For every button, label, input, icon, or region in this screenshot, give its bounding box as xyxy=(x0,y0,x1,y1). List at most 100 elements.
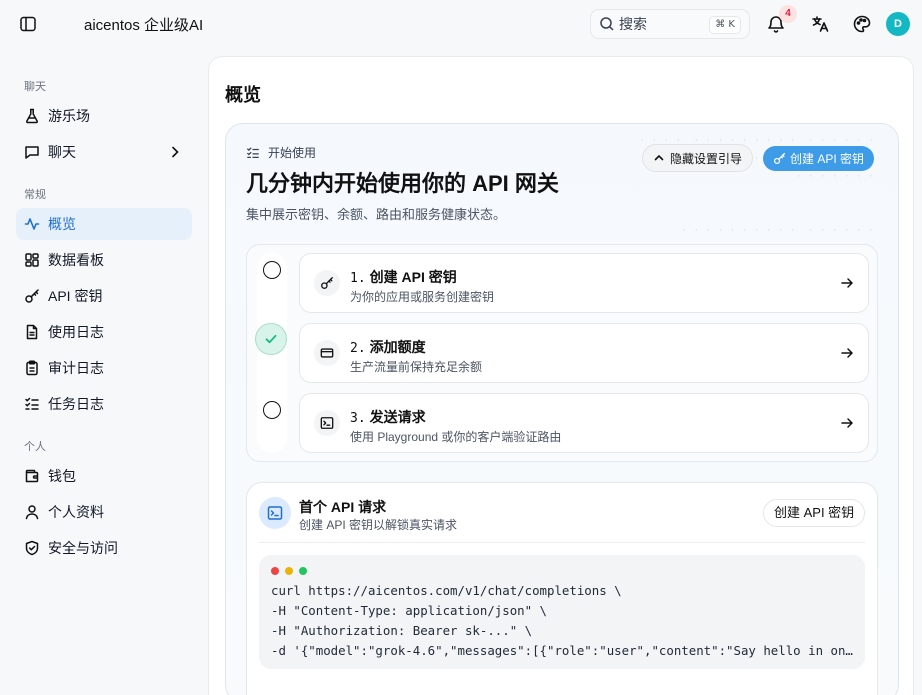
sidebar-item-label: 概览 xyxy=(48,216,76,232)
list-checks-icon xyxy=(246,146,260,160)
page-title: 概览 xyxy=(225,85,261,105)
shield-icon xyxy=(24,540,40,556)
sidebar-item-usage-logs[interactable]: 使用日志 xyxy=(16,316,192,348)
arrow-right-icon xyxy=(840,346,854,360)
flask-icon xyxy=(24,108,40,124)
step-card-create-key[interactable]: 1. 创建 API 密钥 为你的应用或服务创建密钥 xyxy=(299,253,869,313)
sidebar-item-label: API 密钥 xyxy=(48,288,103,304)
hero-subtitle: 集中展示密钥、余额、路由和服务健康状态。 xyxy=(246,207,507,222)
list-checks-icon xyxy=(24,396,40,412)
palette-icon[interactable] xyxy=(850,12,874,36)
message-icon xyxy=(24,144,40,160)
sidebar-item-dashboard[interactable]: 数据看板 xyxy=(16,244,192,276)
window-dot-red xyxy=(271,567,279,575)
code-line: curl https://aicentos.com/v1/chat/comple… xyxy=(271,583,622,598)
sidebar-item-label: 安全与访问 xyxy=(48,540,118,556)
step-title-text: 添加额度 xyxy=(369,339,426,355)
key-icon xyxy=(773,152,786,165)
sidebar-item-profile[interactable]: 个人资料 xyxy=(16,496,192,528)
first-request-title: 首个 API 请求 xyxy=(299,499,387,515)
step-number: 2. xyxy=(350,341,366,356)
step-3-status-circle xyxy=(263,401,281,419)
create-api-key-label: 创建 API 密钥 xyxy=(790,152,865,166)
sidebar-item-playground[interactable]: 游乐场 xyxy=(16,100,192,132)
sidebar-section-chat: 聊天 xyxy=(24,81,46,93)
code-line: -H "Authorization: Bearer sk-..." \ xyxy=(271,623,533,638)
terminal-icon xyxy=(314,410,340,436)
step-title-text: 发送请求 xyxy=(369,409,426,425)
step-title: 1. 创建 API 密钥 xyxy=(350,267,457,287)
sidebar-item-label: 任务日志 xyxy=(48,396,104,412)
step-number: 1. xyxy=(350,271,366,286)
file-text-icon xyxy=(24,324,40,340)
step-description: 生产流量前保持充足余额 xyxy=(350,360,483,374)
avatar[interactable]: D xyxy=(886,12,910,36)
search-label: 搜索 xyxy=(619,16,647,32)
search-icon xyxy=(599,16,615,32)
code-snippet[interactable]: curl https://aicentos.com/v1/chat/comple… xyxy=(259,555,865,669)
step-2-status-check xyxy=(255,323,287,355)
setup-steps: 1. 创建 API 密钥 为你的应用或服务创建密钥 2. 添加额度 生产流量前保持充… xyxy=(246,244,878,462)
sidebar-item-audit-logs[interactable]: 审计日志 xyxy=(16,352,192,384)
wallet-icon xyxy=(24,468,40,484)
getting-started-card: · · · · · · · · · · · · · · · · · · · · … xyxy=(225,123,899,695)
sidebar-toggle-icon[interactable] xyxy=(18,14,38,34)
eyebrow: 开始使用 xyxy=(246,144,316,161)
step-title: 3. 发送请求 xyxy=(350,407,426,427)
create-api-key-secondary-button[interactable]: 创建 API 密钥 xyxy=(763,499,866,527)
code-line: -d '{"model":"grok-4.6","messages":[{"ro… xyxy=(271,643,855,658)
key-icon xyxy=(24,288,40,304)
user-icon xyxy=(24,504,40,520)
check-icon xyxy=(265,334,277,344)
sidebar-item-label: 聊天 xyxy=(48,144,76,160)
sidebar-item-label: 使用日志 xyxy=(48,324,104,340)
search-shortcut: ⌘ K xyxy=(709,16,741,34)
step-number: 3. xyxy=(350,411,366,426)
eyebrow-label: 开始使用 xyxy=(268,146,317,160)
sidebar-item-api-keys[interactable]: API 密钥 xyxy=(16,280,192,312)
sidebar-item-wallet[interactable]: 钱包 xyxy=(16,460,192,492)
step-card-add-credit[interactable]: 2. 添加额度 生产流量前保持充足余额 xyxy=(299,323,869,383)
hide-guide-button[interactable]: 隐藏设置引导 xyxy=(642,144,754,172)
step-1-status-circle xyxy=(263,261,281,279)
app-title: aicentos 企业级AI xyxy=(84,17,204,34)
sidebar-item-overview[interactable]: 概览 xyxy=(16,208,192,240)
sidebar-item-security[interactable]: 安全与访问 xyxy=(16,532,192,564)
divider xyxy=(259,542,865,543)
clipboard-icon xyxy=(24,360,40,376)
sidebar-item-label: 钱包 xyxy=(48,468,76,484)
terminal-icon xyxy=(259,497,291,529)
arrow-right-icon xyxy=(840,276,854,290)
first-api-request-card: 首个 API 请求 创建 API 密钥以解锁真实请求 创建 API 密钥 cur… xyxy=(246,482,878,695)
step-card-send-request[interactable]: 3. 发送请求 使用 Playground 或你的客户端验证路由 xyxy=(299,393,869,453)
step-title: 2. 添加额度 xyxy=(350,337,426,357)
code-line: -H "Content-Type: application/json" \ xyxy=(271,603,548,618)
sidebar-section-general: 常规 xyxy=(24,189,46,201)
sidebar-item-label: 审计日志 xyxy=(48,360,104,376)
credit-card-icon xyxy=(314,340,340,366)
key-icon xyxy=(314,270,340,296)
sidebar-item-label: 个人资料 xyxy=(48,504,104,520)
sidebar-item-label: 游乐场 xyxy=(48,108,90,124)
sidebar-section-personal: 个人 xyxy=(24,441,46,453)
hero-title: 几分钟内开始使用你的 API 网关 xyxy=(246,171,559,196)
translate-icon[interactable] xyxy=(808,12,832,36)
step-description: 为你的应用或服务创建密钥 xyxy=(350,290,495,304)
sidebar-item-task-logs[interactable]: 任务日志 xyxy=(16,388,192,420)
window-dot-green xyxy=(299,567,307,575)
notification-badge: 4 xyxy=(779,5,797,23)
step-description: 使用 Playground 或你的客户端验证路由 xyxy=(350,430,562,444)
window-dot-yellow xyxy=(285,567,293,575)
chevron-up-icon xyxy=(653,152,665,164)
main-content: 概览 · · · · · · · · · · · · · · · · · · ·… xyxy=(208,56,914,695)
search-input[interactable]: 搜索 ⌘ K xyxy=(590,9,750,39)
step-title-text: 创建 API 密钥 xyxy=(369,269,457,285)
first-request-subtitle: 创建 API 密钥以解锁真实请求 xyxy=(299,518,458,532)
sidebar-item-chat[interactable]: 聊天 xyxy=(16,136,192,168)
top-bar: aicentos 企业级AI 搜索 ⌘ K 4 D xyxy=(0,0,922,48)
create-api-key-button[interactable]: 创建 API 密钥 xyxy=(763,146,875,171)
chevron-right-icon xyxy=(168,145,182,159)
arrow-right-icon xyxy=(840,416,854,430)
sidebar-item-label: 数据看板 xyxy=(48,252,104,268)
dashboard-icon xyxy=(24,252,40,268)
